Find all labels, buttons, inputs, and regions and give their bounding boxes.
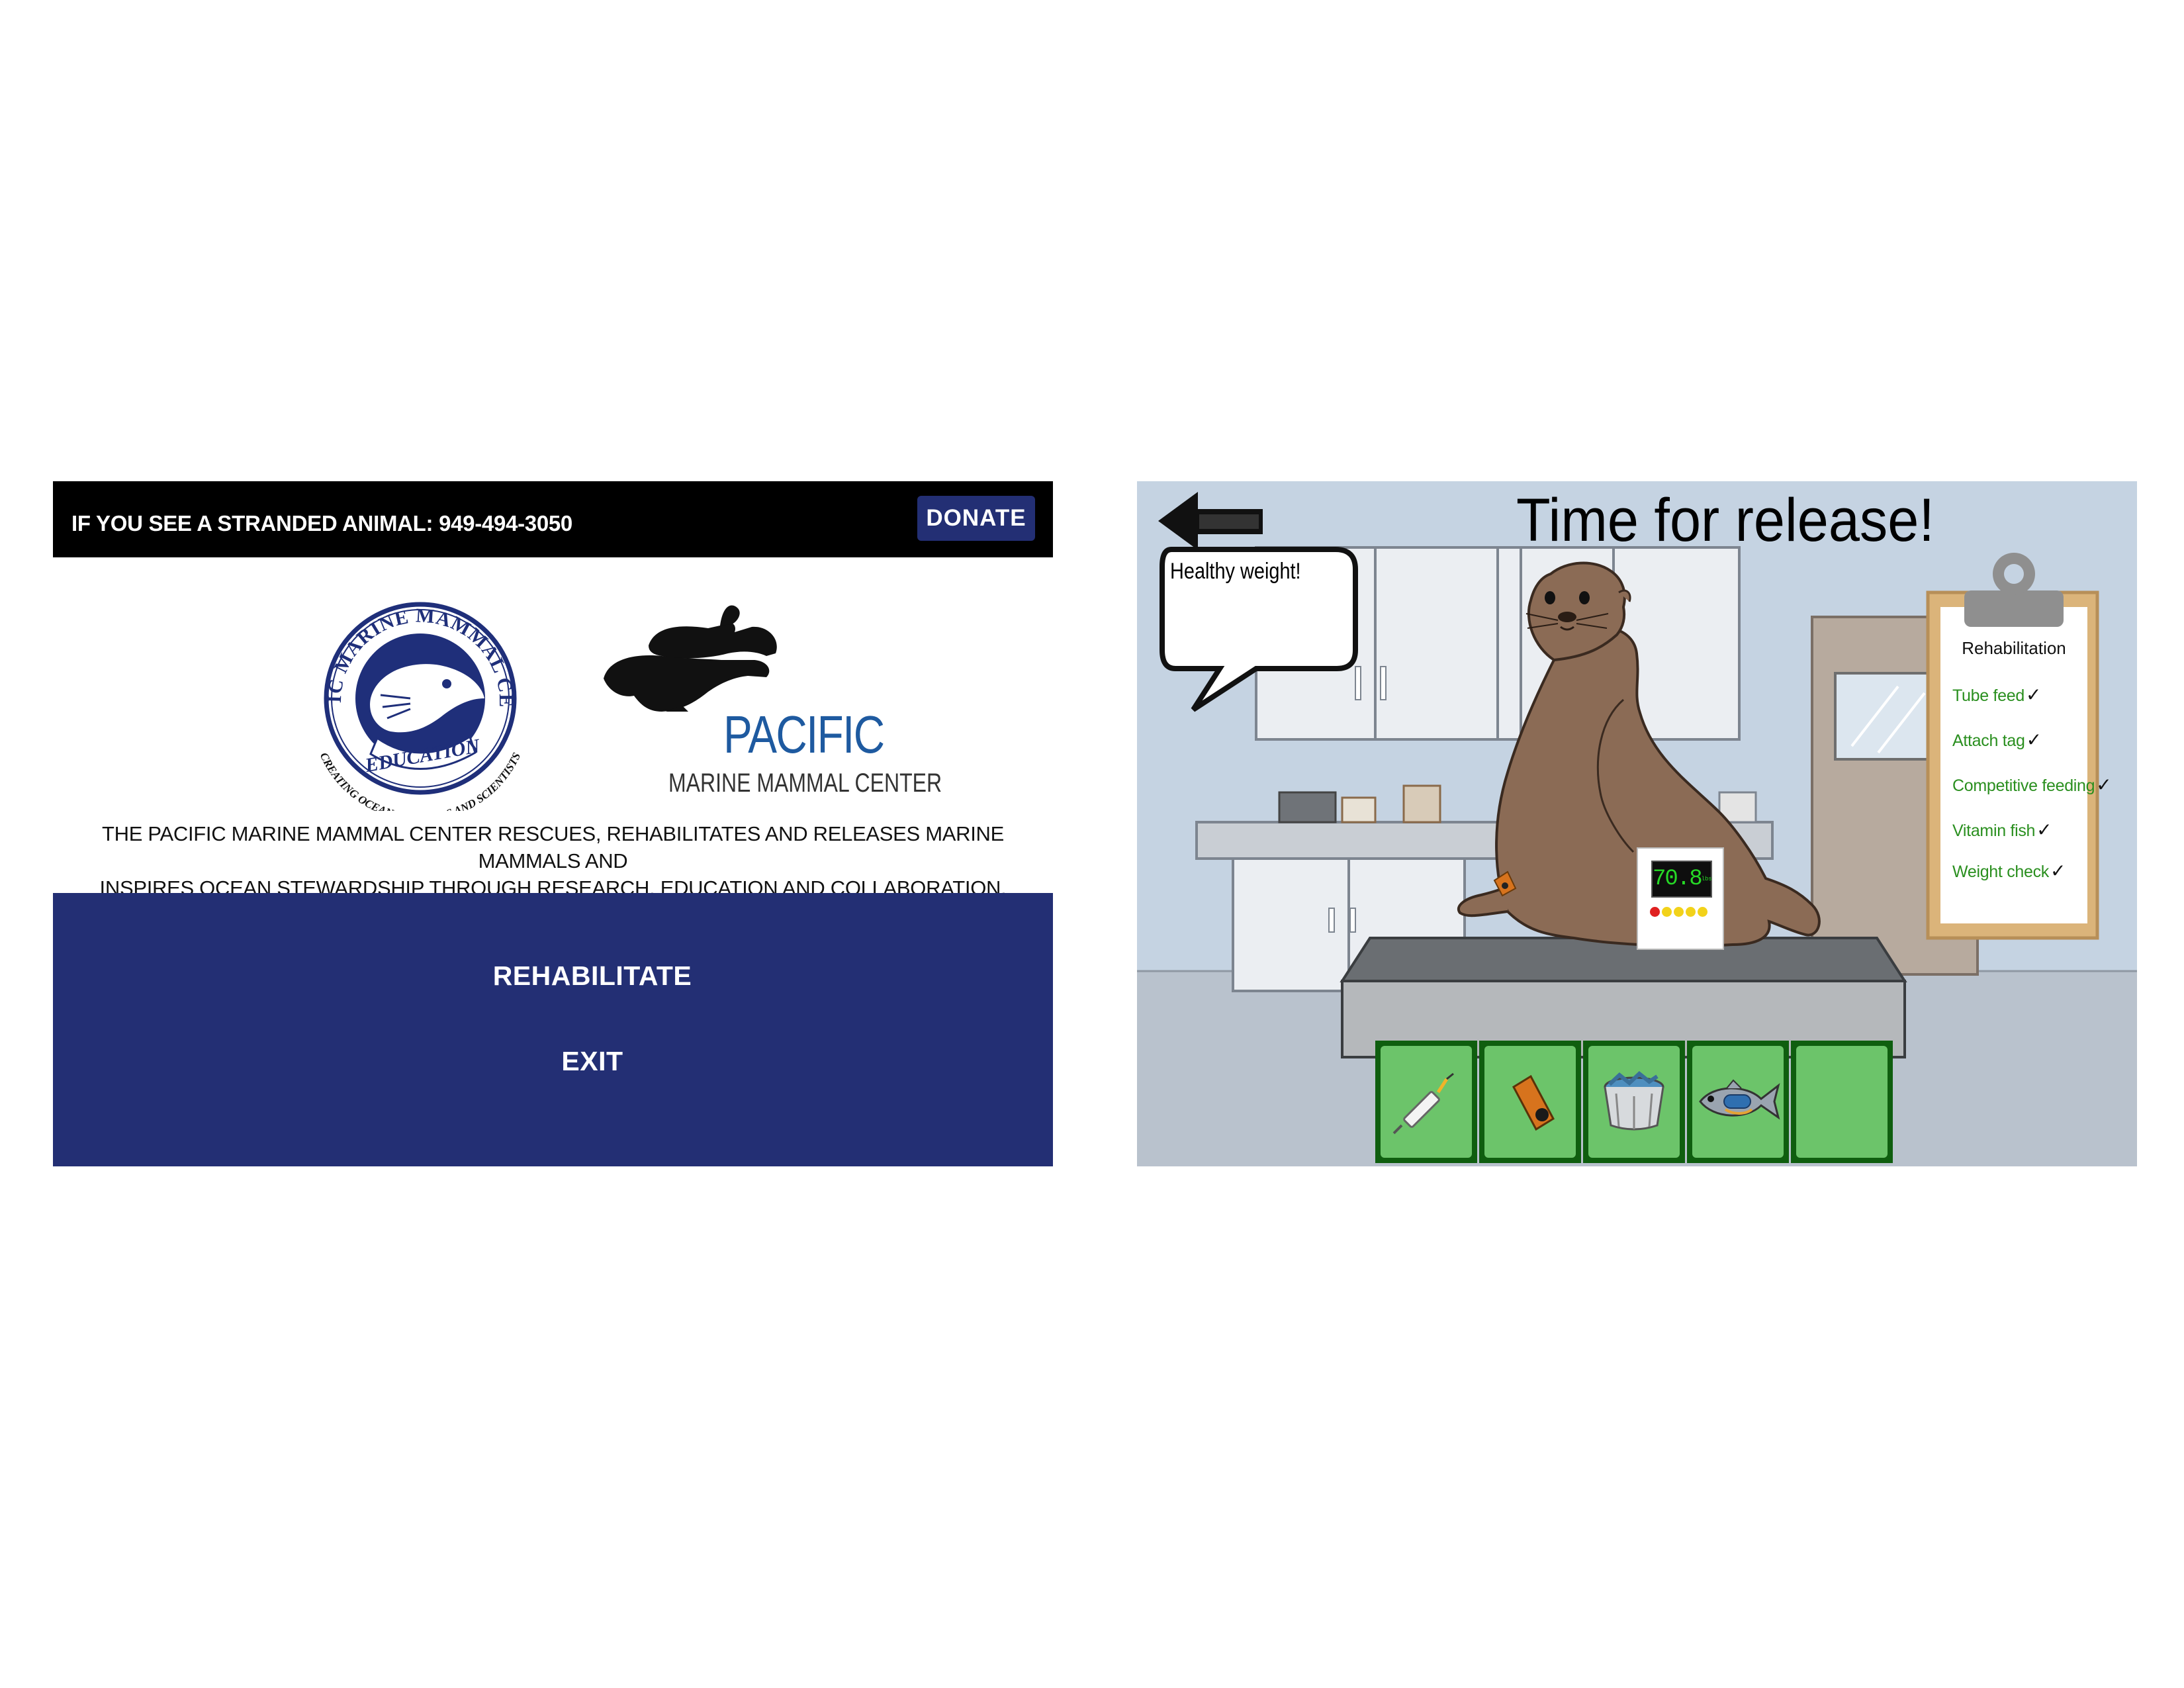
speech-bubble: Healthy weight! xyxy=(1157,544,1362,712)
tool-slot-empty[interactable] xyxy=(1791,1041,1893,1163)
mission-line-1: THE PACIFIC MARINE MAMMAL CENTER RESCUES… xyxy=(102,822,1004,872)
pmmc-logo-word-pacific: PACIFIC xyxy=(723,705,885,764)
scale-led-yellow xyxy=(1686,907,1696,917)
scale-display: 70.8lbs xyxy=(1651,861,1712,898)
menu-screen: IF YOU SEE A STRANDED ANIMAL: 949-494-30… xyxy=(53,481,1053,1166)
game-screen: Time for release! Healthy weight! 70.8lb… xyxy=(1137,481,2137,1166)
scale-led-yellow xyxy=(1662,907,1672,917)
main-menu: REHABILITATE EXIT xyxy=(53,893,1053,1166)
checkmark-icon: ✓ xyxy=(2026,729,2042,750)
task-vitamin-fish: Vitamin fish✓ xyxy=(1952,820,2052,840)
task-attach-tag: Attach tag✓ xyxy=(1952,729,2042,750)
weight-scale: 70.8lbs xyxy=(1637,847,1724,950)
tag-icon xyxy=(1512,1074,1555,1131)
checkmark-icon: ✓ xyxy=(2050,861,2066,881)
task-tube-feed: Tube feed✓ xyxy=(1952,684,2042,705)
mission-statement: THE PACIFIC MARINE MAMMAL CENTER RESCUES… xyxy=(53,820,1053,902)
speech-bubble-text: Healthy weight! xyxy=(1170,559,1301,584)
donate-button[interactable]: DONATE xyxy=(917,496,1035,541)
fish-bucket-icon xyxy=(1604,1071,1664,1131)
task-weight-check: Weight check✓ xyxy=(1952,861,2066,881)
checkmark-icon: ✓ xyxy=(2036,820,2052,840)
scale-led-red xyxy=(1650,907,1660,917)
checkmark-icon: ✓ xyxy=(2025,684,2042,705)
logo-area: PACIFIC MARINE MAMMAL CENTER EDUCATION C… xyxy=(304,582,942,823)
top-bar: IF YOU SEE A STRANDED ANIMAL: 949-494-30… xyxy=(53,481,1053,557)
scale-reading: 70.8 xyxy=(1653,867,1703,892)
tool-slot-tag[interactable] xyxy=(1479,1041,1581,1163)
tool-inventory xyxy=(1375,1041,1896,1166)
pmmc-logo-word-center: MARINE MAMMAL CENTER xyxy=(668,769,942,798)
exit-button[interactable]: EXIT xyxy=(450,1038,735,1084)
scale-led-yellow xyxy=(1674,907,1684,917)
vitamin-fish-icon xyxy=(1699,1079,1780,1120)
tool-slot-fish-bucket[interactable] xyxy=(1583,1041,1685,1163)
pmmc-logo: PACIFIC MARINE MAMMAL CENTER xyxy=(602,599,942,811)
scale-unit: lbs xyxy=(1701,876,1712,882)
clipboard-title: Rehabilitation xyxy=(1962,638,2066,658)
scale-led-yellow xyxy=(1698,907,1707,917)
task-competitive-feeding: Competitive feeding✓ xyxy=(1952,774,2112,795)
syringe-icon xyxy=(1392,1072,1454,1135)
tool-slot-vitamin-fish[interactable] xyxy=(1687,1041,1789,1163)
checkmark-icon: ✓ xyxy=(2096,774,2112,795)
rehabilitate-button[interactable]: REHABILITATE xyxy=(450,953,735,999)
tool-slot-syringe[interactable] xyxy=(1375,1041,1477,1163)
stranded-animal-hotline[interactable]: IF YOU SEE A STRANDED ANIMAL: 949-494-30… xyxy=(71,481,572,557)
sea-lion-silhouette-icon xyxy=(604,605,777,712)
education-logo: PACIFIC MARINE MAMMAL CENTER EDUCATION C… xyxy=(304,582,529,823)
